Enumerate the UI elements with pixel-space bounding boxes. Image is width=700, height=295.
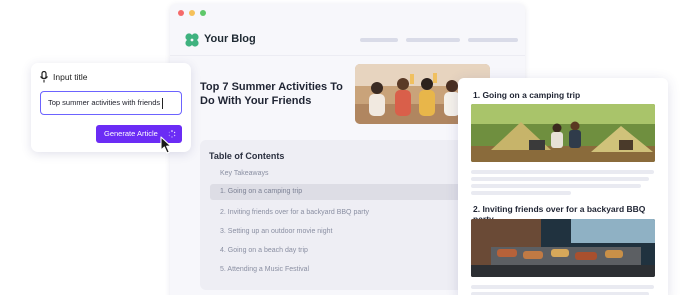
article-preview-panel: 1. Going on a camping trip 2. Inviting f… — [458, 78, 668, 295]
bbq-photo — [471, 219, 655, 277]
minimize-dot[interactable] — [189, 10, 195, 16]
camping-photo — [471, 104, 655, 162]
nav-link-placeholder[interactable] — [360, 38, 398, 42]
close-dot[interactable] — [178, 10, 184, 16]
generate-article-label: Generate Article — [104, 129, 158, 138]
text-placeholder-line — [471, 184, 641, 188]
text-placeholder-line — [471, 191, 571, 195]
input-title-header: Input title — [39, 71, 88, 83]
article-headline: Top 7 Summer Activities To Do With Your … — [200, 81, 343, 107]
toc-item-music-festival[interactable]: 5. Attending a Music Festival — [210, 262, 500, 278]
title-input-value: Top summer activities with friends — [48, 98, 161, 107]
toc-item-movie-night[interactable]: 3. Setting up an outdoor movie night — [210, 224, 500, 240]
toc-item-camping[interactable]: 1. Going on a camping trip — [210, 184, 500, 200]
toc-item-key-takeaways[interactable]: Key Takeaways — [210, 166, 500, 182]
toc-item-bbq[interactable]: 2. Inviting friends over for a backyard … — [210, 205, 500, 221]
section-title-camping: 1. Going on a camping trip — [473, 90, 581, 100]
text-placeholder-line — [471, 285, 654, 289]
text-placeholder-line — [471, 170, 654, 174]
text-placeholder-line — [471, 177, 649, 181]
blog-navbar: Your Blog — [170, 24, 525, 56]
title-input[interactable]: Top summer activities with friends — [40, 91, 182, 115]
input-title-label: Input title — [53, 72, 88, 82]
toc-title: Table of Contents — [209, 151, 285, 161]
maximize-dot[interactable] — [200, 10, 206, 16]
clover-logo-icon — [185, 33, 199, 47]
mouse-pointer-icon — [160, 136, 172, 154]
brand-name[interactable]: Your Blog — [204, 33, 256, 45]
microphone-icon — [40, 71, 48, 83]
text-caret — [162, 97, 164, 109]
window-controls — [178, 10, 206, 16]
stage: Your Blog Top 7 Summer Activities To Do … — [0, 0, 700, 295]
nav-link-placeholder[interactable] — [406, 38, 460, 42]
toc-item-beach[interactable]: 4. Going on a beach day trip — [210, 243, 500, 259]
nav-link-placeholder[interactable] — [468, 38, 518, 42]
